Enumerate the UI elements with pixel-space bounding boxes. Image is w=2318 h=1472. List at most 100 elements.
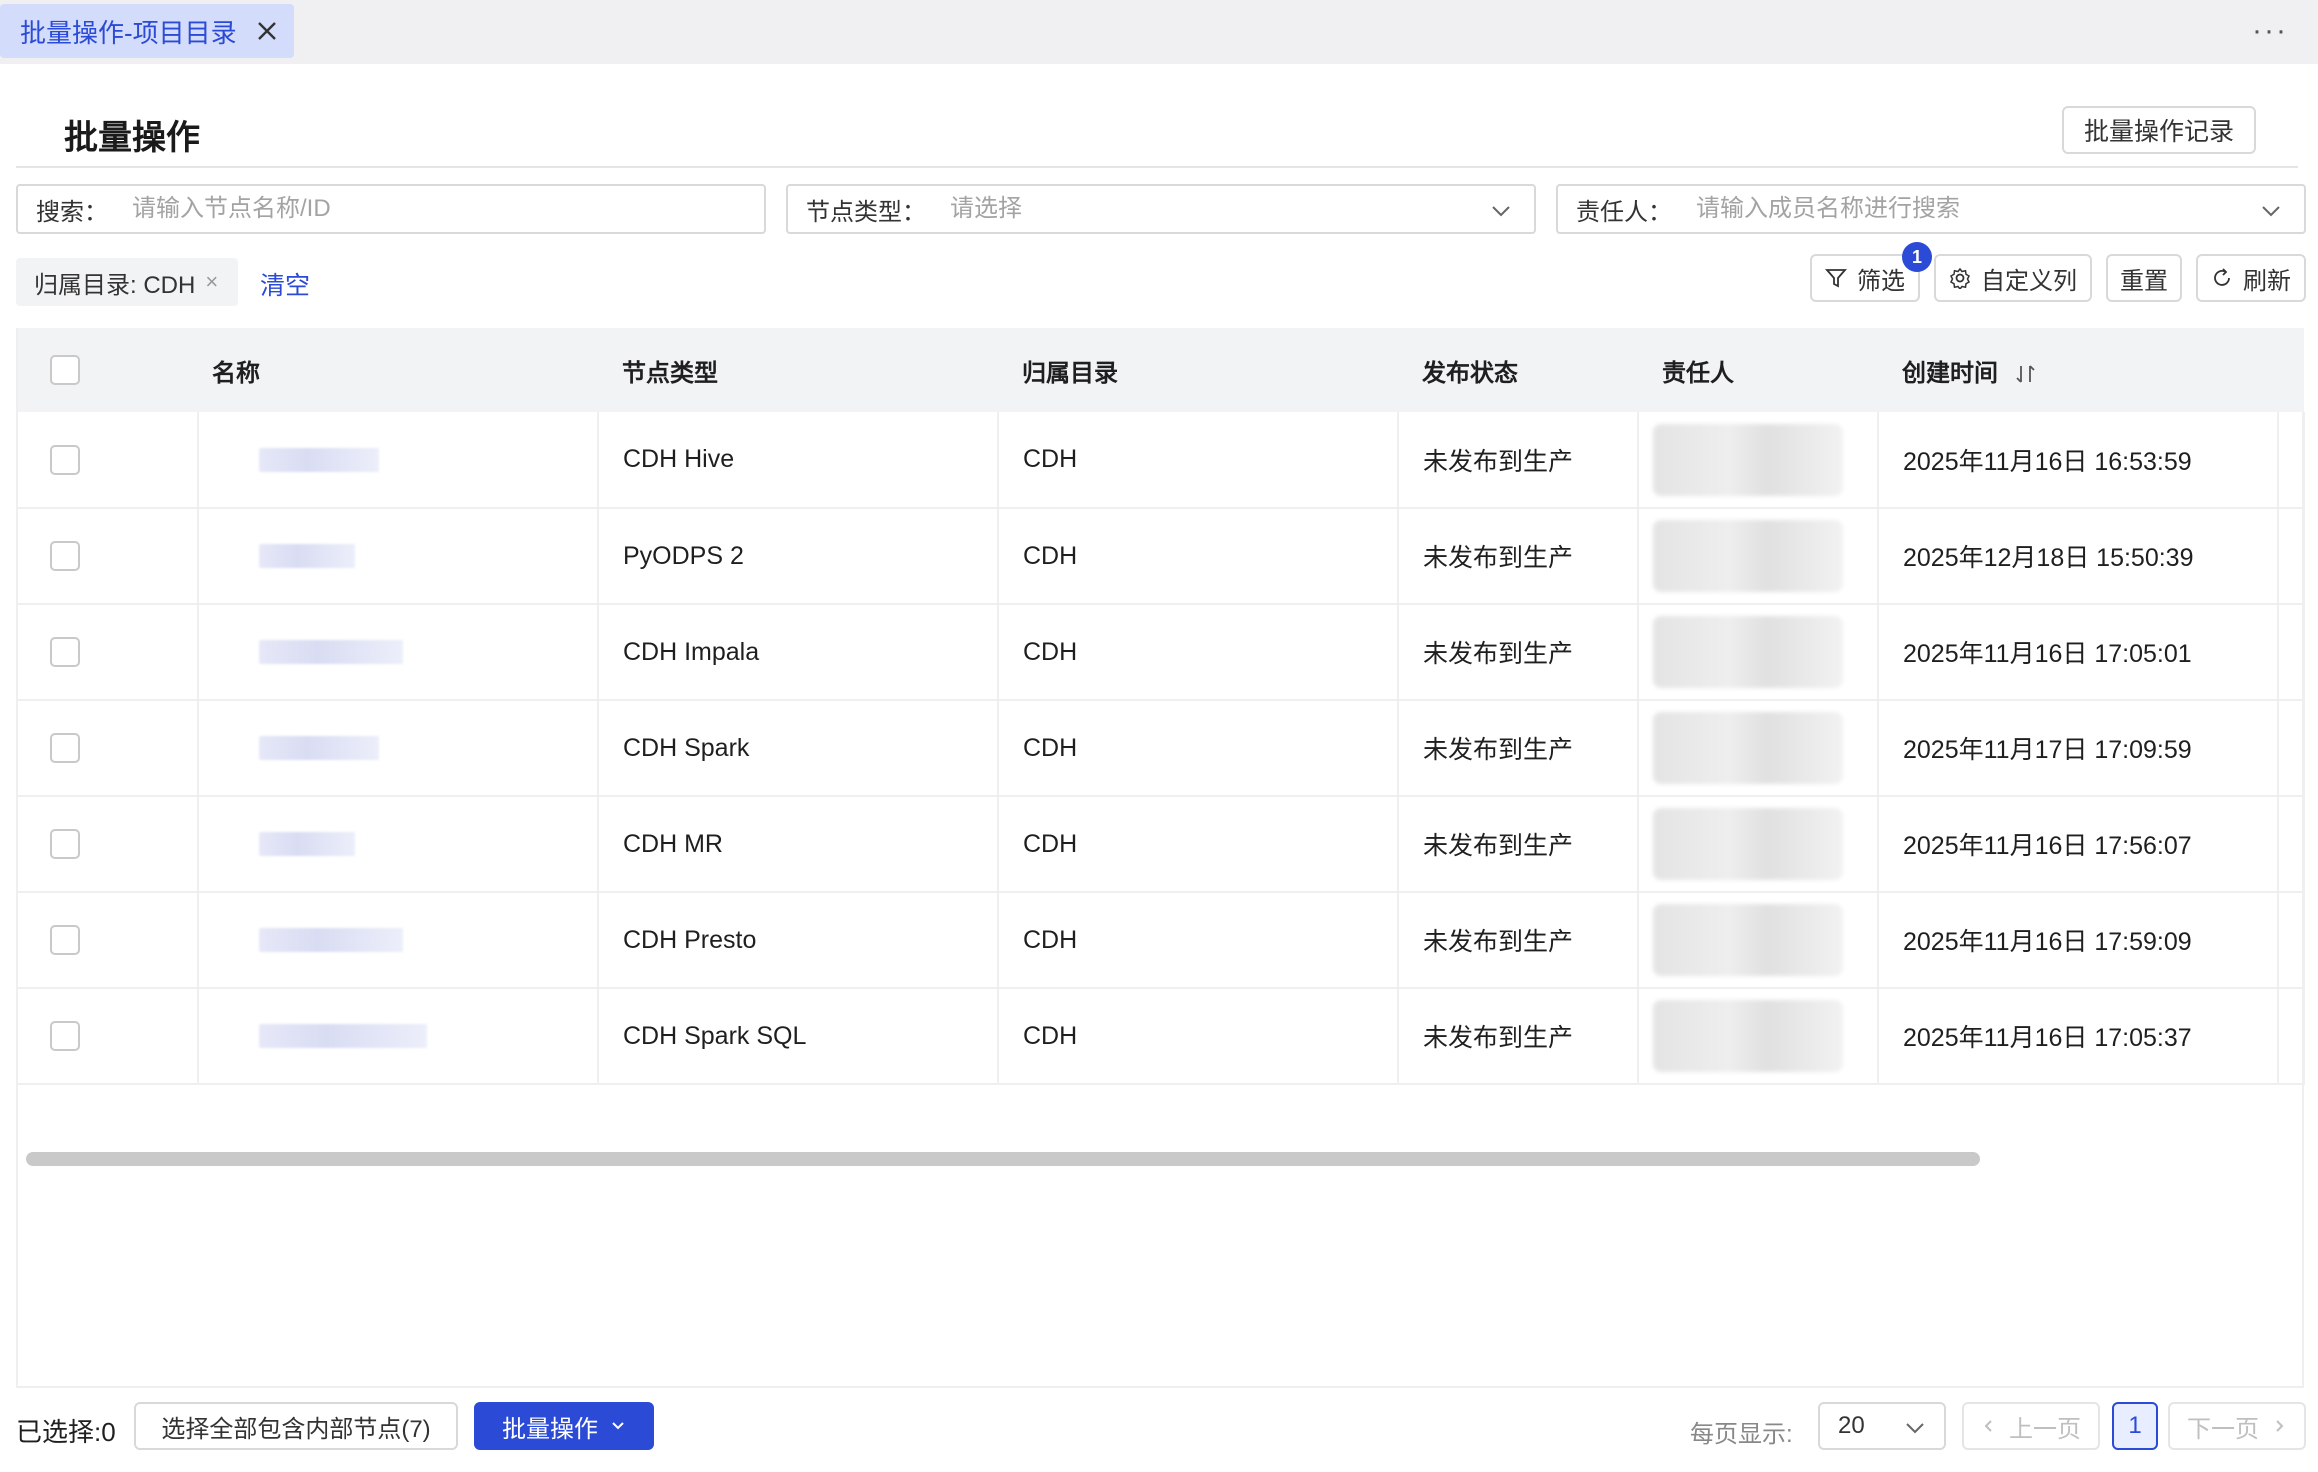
clear-filters-link[interactable]: 清空 [260,266,310,302]
directory-cell: CDH [998,604,1399,701]
table-row[interactable]: PyODPS 2 CDH 未发布到生产 2025年12月18日 15:50:39 [18,508,2305,605]
chevron-left-icon [1984,1420,1992,1432]
redacted-owner [1653,712,1843,784]
node-type-cell: CDH Spark SQL [598,988,999,1085]
created-cell: 2025年11月17日 17:09:59 [1878,700,2279,797]
row-select-cell [18,412,199,509]
table-row[interactable]: CDH Hive CDH 未发布到生产 2025年11月16日 16:53:59 [18,412,2305,509]
spacer-cell [2278,604,2305,701]
header-created-label: 创建时间 [1902,359,1998,387]
sort-icon[interactable] [2014,363,2038,385]
directory-cell: CDH [998,412,1399,509]
owner-cell [1638,988,1879,1085]
batch-operation-button[interactable]: 批量操作 [474,1402,654,1450]
spacer-cell [2278,412,2305,509]
next-page-button[interactable]: 下一页 [2168,1402,2306,1450]
page-size-select[interactable]: 20 [1818,1402,1946,1450]
reset-button[interactable]: 重置 [2106,254,2182,302]
owner-cell [1638,700,1879,797]
prev-page-button[interactable]: 上一页 [1962,1402,2100,1450]
node-type-cell: CDH Spark [598,700,999,797]
select-all-checkbox[interactable] [50,355,80,385]
search-label: 搜索： [36,198,108,226]
spacer-cell [2278,988,2305,1085]
batch-history-button[interactable]: 批量操作记录 [2062,106,2256,154]
reset-label: 重置 [2120,267,2168,295]
main-content: 批量操作 批量操作记录 搜索： 节点类型： 责任人： 归属目录: CDH × 清… [0,64,2318,1472]
search-field[interactable]: 搜索： [16,184,766,234]
redacted-name [259,1024,427,1048]
refresh-button[interactable]: 刷新 [2196,254,2306,302]
selected-count: 已选择:0 [16,1417,116,1447]
row-checkbox[interactable] [50,541,80,572]
row-checkbox[interactable] [50,733,80,764]
row-select-cell [18,892,199,989]
per-page-label: 每页显示: [1690,1421,1793,1448]
row-checkbox[interactable] [50,637,80,668]
node-type-input[interactable] [950,195,1534,223]
redacted-owner [1653,808,1843,880]
header-name: 名称 [198,328,598,412]
directory-cell: CDH [998,796,1399,893]
chevron-down-icon [1492,206,1510,217]
search-input[interactable] [132,195,764,223]
horizontal-scrollbar[interactable] [26,1152,1980,1166]
row-select-cell [18,700,199,797]
directory-cell: CDH [998,988,1399,1085]
redacted-name [259,544,355,568]
tab-batch-operation[interactable]: 批量操作-项目目录 [0,4,294,58]
table-row[interactable]: CDH MR CDH 未发布到生产 2025年11月16日 17:56:07 [18,796,2305,893]
chevron-down-icon [612,1422,624,1430]
table-row[interactable]: CDH Spark SQL CDH 未发布到生产 2025年11月16日 17:… [18,988,2305,1085]
close-icon[interactable] [254,18,280,44]
select-all-cell [18,328,198,412]
directory-filter-tag: 归属目录: CDH × [16,258,239,306]
refresh-label: 刷新 [2243,267,2291,295]
filter-label: 筛选 [1857,267,1905,295]
custom-columns-label: 自定义列 [1981,267,2077,295]
node-type-select[interactable]: 节点类型： [786,184,1536,234]
owner-cell [1638,508,1879,605]
page-size-value: 20 [1838,1412,1865,1439]
created-cell: 2025年12月18日 15:50:39 [1878,508,2279,605]
spacer-cell [2278,892,2305,989]
name-cell [198,892,599,989]
node-type-cell: CDH Presto [598,892,999,989]
name-cell [198,988,599,1085]
node-type-cell: PyODPS 2 [598,508,999,605]
created-cell: 2025年11月16日 16:53:59 [1878,412,2279,509]
row-checkbox[interactable] [50,1021,80,1052]
redacted-owner [1653,520,1843,592]
row-select-cell [18,604,199,701]
name-cell [198,604,599,701]
row-select-cell [18,796,199,893]
more-icon[interactable]: ··· [2252,14,2288,48]
gear-icon [1950,267,1970,289]
header-owner: 责任人 [1638,328,1878,412]
owner-cell [1638,412,1879,509]
row-checkbox[interactable] [50,829,80,860]
owner-label: 责任人： [1576,198,1672,226]
filter-icon [1825,269,1847,288]
close-icon[interactable]: × [205,269,218,295]
row-select-cell [18,508,199,605]
table-header: 名称 节点类型 归属目录 发布状态 责任人 创建时间 [18,328,2304,412]
status-cell: 未发布到生产 [1398,796,1639,893]
table-row[interactable]: CDH Presto CDH 未发布到生产 2025年11月16日 17:59:… [18,892,2305,989]
spacer-cell [2278,700,2305,797]
owner-cell [1638,796,1879,893]
owner-input[interactable] [1696,195,2304,223]
row-checkbox[interactable] [50,925,80,956]
tag-label: 归属目录: CDH [34,271,196,299]
owner-cell [1638,892,1879,989]
custom-columns-button[interactable]: 自定义列 [1934,254,2092,302]
owner-cell [1638,604,1879,701]
current-page[interactable]: 1 [2112,1402,2158,1450]
table-row[interactable]: CDH Spark CDH 未发布到生产 2025年11月17日 17:09:5… [18,700,2305,797]
owner-select[interactable]: 责任人： [1556,184,2306,234]
table-row[interactable]: CDH Impala CDH 未发布到生产 2025年11月16日 17:05:… [18,604,2305,701]
row-checkbox[interactable] [50,444,80,475]
select-all-inner-nodes-button[interactable]: 选择全部包含内部节点(7) [134,1402,458,1450]
header-created[interactable]: 创建时间 [1878,328,2278,412]
directory-cell: CDH [998,700,1399,797]
